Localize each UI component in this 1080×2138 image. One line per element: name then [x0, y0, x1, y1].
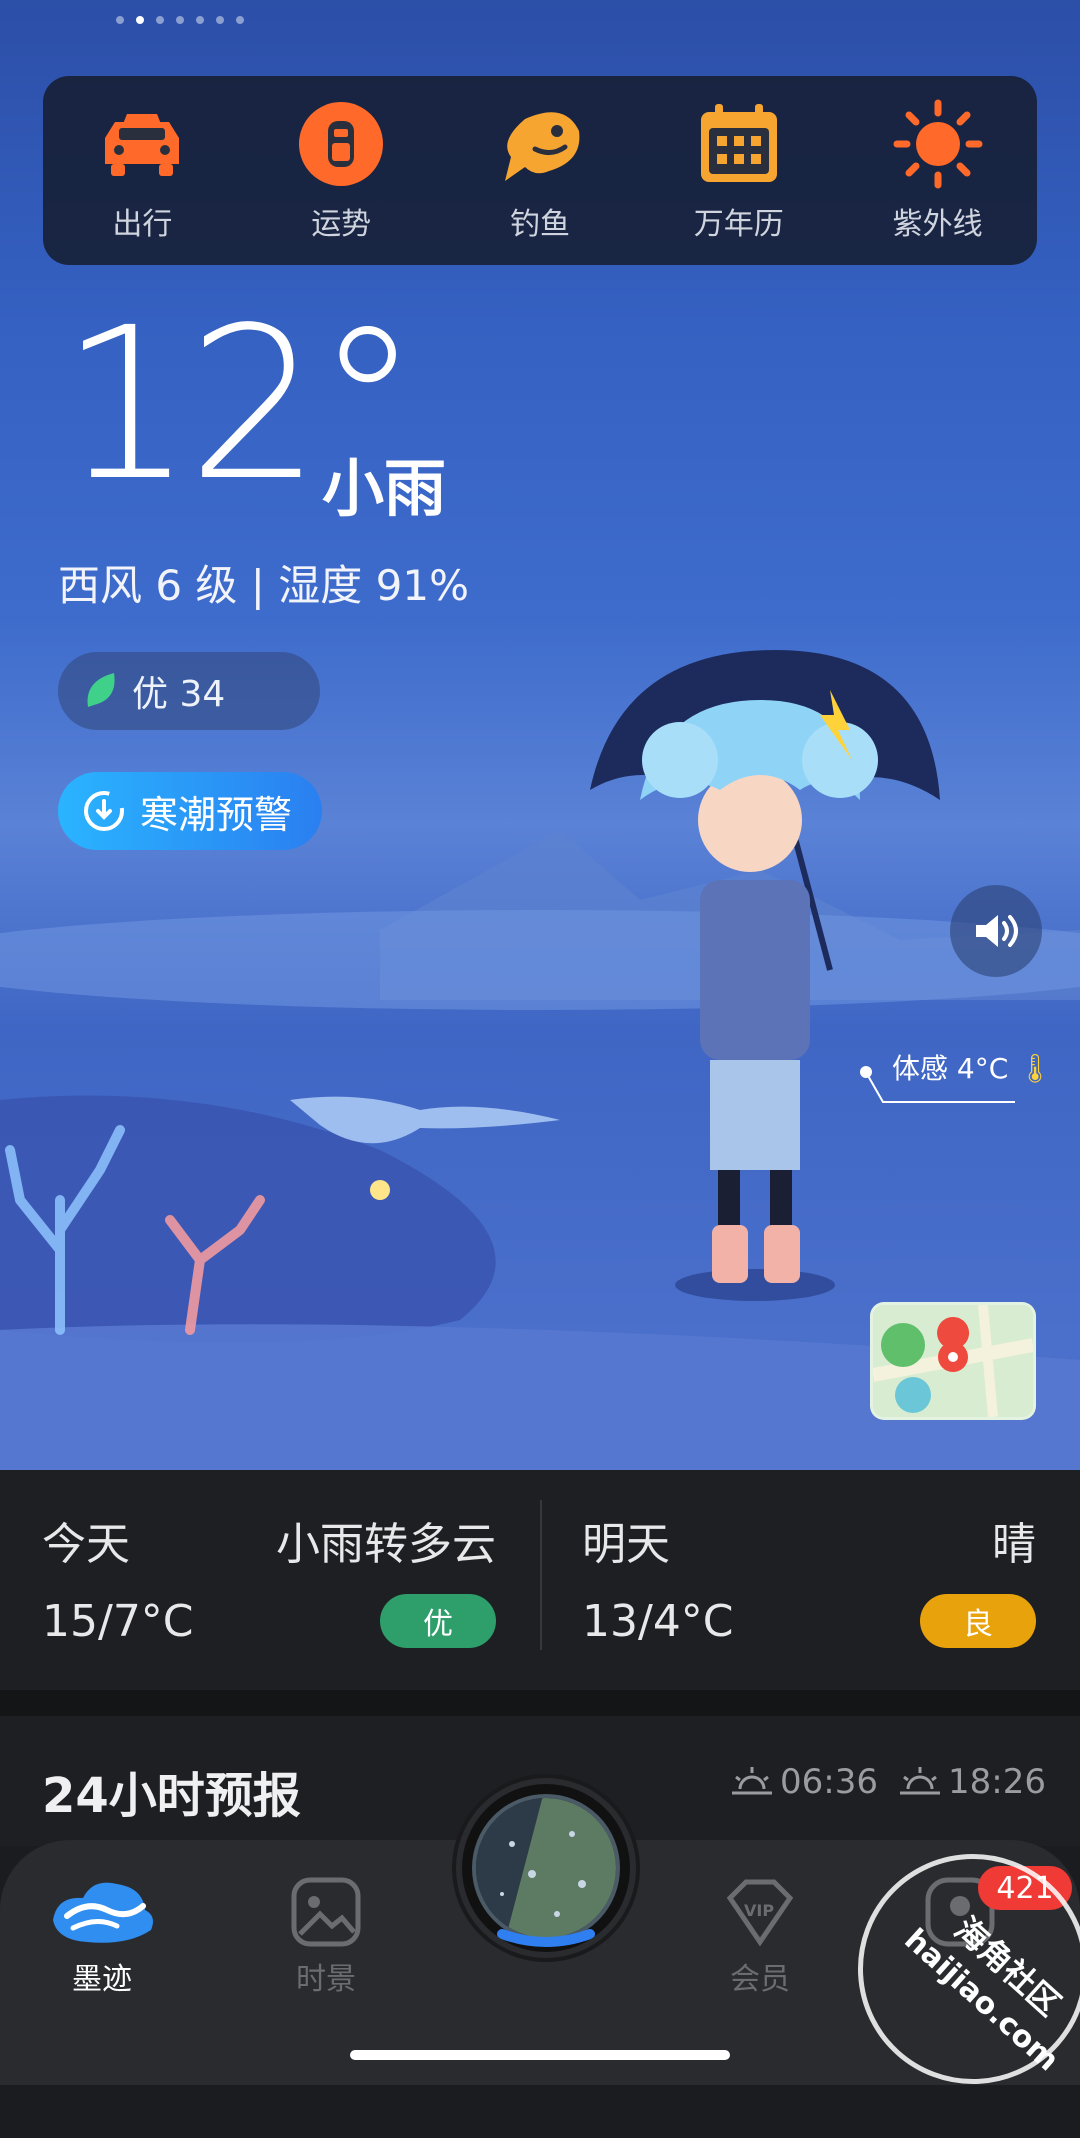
leaf-icon	[87, 673, 115, 707]
quick-action-label: 钓鱼	[509, 206, 570, 242]
quick-action-label: 出行	[112, 206, 173, 242]
page-indicator[interactable]	[116, 16, 244, 24]
map-thumbnail-button[interactable]	[870, 1302, 1036, 1420]
quick-action-travel[interactable]: 出行	[72, 99, 212, 243]
forecast-temp-range: 15/7°C	[42, 1596, 194, 1647]
quick-action-label: 紫外线	[892, 206, 983, 242]
tab-label: 墨迹	[72, 1962, 132, 1997]
forecast-day-label: 明天	[582, 1519, 670, 1570]
forecast-tomorrow[interactable]: 明天 晴 13/4°C 良	[540, 1470, 1080, 1690]
quick-action-calendar[interactable]: 万年历	[669, 99, 809, 243]
hourly-title: 24小时预报	[42, 1768, 301, 1824]
home-indicator[interactable]	[350, 2050, 730, 2060]
wind-humidity: 西风 6 级 | 湿度 91%	[58, 561, 469, 610]
alert-label: 寒潮预警	[140, 792, 293, 837]
forecast-condition: 小雨转多云	[276, 1519, 496, 1570]
quick-action-uv[interactable]: 紫外线	[868, 99, 1008, 243]
forecast-condition: 晴	[992, 1519, 1036, 1570]
page-dot	[156, 16, 164, 24]
feels-like: 体感 4°C 🌡	[860, 1047, 1053, 1087]
fish-icon	[495, 99, 585, 189]
aqi-value: 优 34	[132, 674, 226, 715]
weather-hero: 出行 运势 钓鱼 万年历 紫外线 12° 小雨 西风 6 级 | 湿度 91% …	[0, 0, 1080, 1470]
quick-action-fortune[interactable]: 运势	[271, 99, 411, 243]
svg-text:VIP: VIP	[744, 1901, 774, 1920]
rain-lens-icon	[472, 1794, 620, 1947]
forecast-today[interactable]: 今天 小雨转多云 15/7°C 优	[0, 1470, 540, 1690]
sunrise-time: 06:36	[780, 1762, 878, 1802]
map-icon	[873, 1305, 1033, 1417]
tab-moji[interactable]: 墨迹	[22, 1876, 182, 1998]
sunrise-icon	[732, 1767, 772, 1795]
sunset-icon	[900, 1767, 940, 1795]
photo-icon	[291, 1877, 361, 1947]
aqi-badge: 优	[380, 1594, 496, 1648]
tab-label: 时景	[296, 1962, 356, 1997]
aqi-badge: 良	[920, 1594, 1036, 1648]
vip-icon: VIP	[726, 1879, 794, 1947]
feels-like-text: 体感 4°C	[892, 1052, 1009, 1085]
quick-action-fishing[interactable]: 钓鱼	[470, 99, 610, 243]
car-icon	[97, 99, 187, 189]
sunset-time: 18:26	[948, 1762, 1046, 1802]
page-dot	[116, 16, 124, 24]
calendar-icon	[694, 99, 784, 189]
two-day-forecast: 今天 小雨转多云 15/7°C 优 明天 晴 13/4°C 良	[0, 1470, 1080, 1690]
quick-action-label: 万年历	[693, 206, 784, 242]
page-dot	[216, 16, 224, 24]
alert-clock-icon	[84, 791, 124, 831]
moji-cloud-icon	[53, 1882, 153, 1943]
feels-like-dot	[860, 1066, 872, 1078]
current-condition: 小雨	[322, 452, 447, 525]
sunset: 18:26	[898, 1762, 1046, 1802]
cold-wave-alert-button[interactable]: 寒潮预警	[58, 772, 322, 850]
center-camera-button[interactable]	[456, 1778, 636, 1958]
quick-action-label: 运势	[311, 206, 372, 242]
speaker-icon	[976, 915, 1018, 947]
section-gap	[0, 1690, 1080, 1716]
fortune-icon	[296, 99, 386, 189]
tab-scenery[interactable]: 时景	[246, 1876, 406, 1998]
quick-action-bar: 出行 运势 钓鱼 万年历 紫外线	[43, 76, 1037, 265]
tab-label: 会员	[730, 1962, 790, 1997]
voice-broadcast-button[interactable]	[950, 885, 1042, 977]
thermometer-icon: 🌡	[1017, 1052, 1053, 1085]
tab-vip[interactable]: VIP 会员	[680, 1876, 840, 1998]
forecast-day-label: 今天	[42, 1519, 130, 1570]
sunrise: 06:36	[730, 1762, 878, 1802]
forecast-temp-range: 13/4°C	[582, 1596, 734, 1647]
page-dot	[236, 16, 244, 24]
page-dot	[196, 16, 204, 24]
sun-icon	[893, 99, 983, 189]
page-dot	[176, 16, 184, 24]
page-dot-active	[136, 16, 144, 24]
aqi-button[interactable]: 优 34	[58, 652, 320, 730]
